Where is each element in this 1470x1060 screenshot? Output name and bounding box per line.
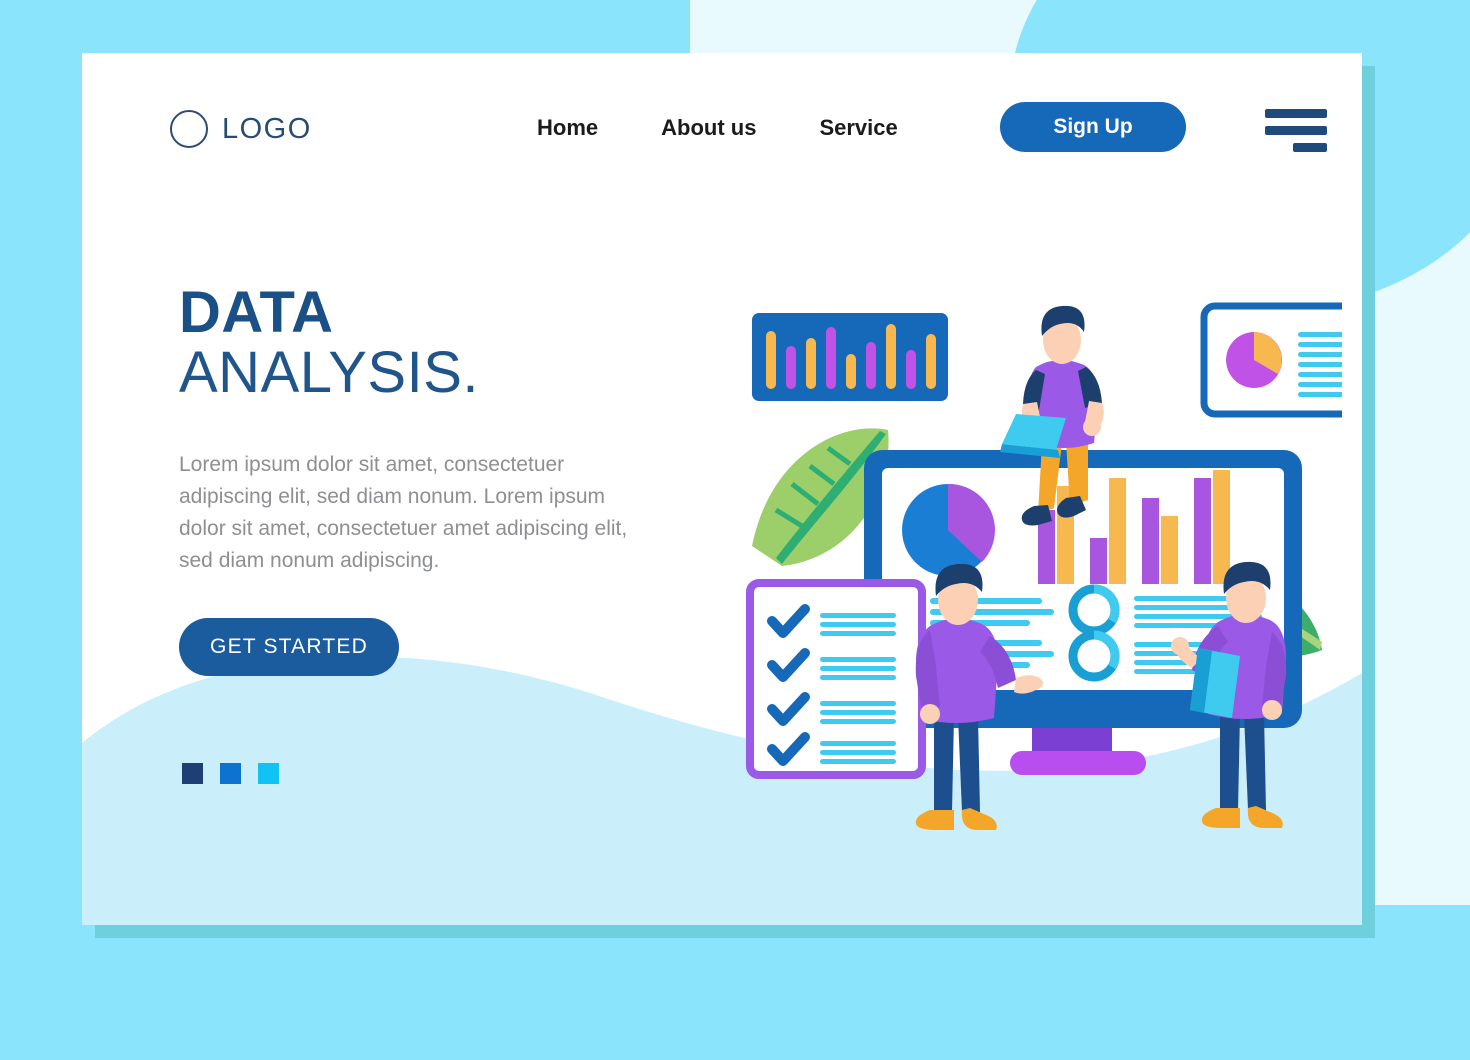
- top-navigation: LOGO Home About us Service Sign Up: [82, 53, 1362, 203]
- nav-link-service[interactable]: Service: [819, 115, 897, 141]
- data-analysis-illustration: [642, 228, 1342, 848]
- dot-cyan[interactable]: [258, 763, 279, 784]
- hamburger-menu-icon[interactable]: [1265, 109, 1327, 155]
- nav-links: Home About us Service: [537, 115, 898, 141]
- bar-chart-card: [752, 313, 948, 401]
- page-title-bold: DATA: [179, 280, 334, 345]
- nav-link-about-us[interactable]: About us: [661, 115, 756, 141]
- get-started-button[interactable]: GET STARTED: [179, 618, 399, 676]
- logo-text: LOGO: [222, 112, 312, 145]
- checklist-card: [746, 579, 926, 779]
- dot-navy[interactable]: [182, 763, 203, 784]
- logo[interactable]: LOGO: [170, 110, 312, 148]
- nav-link-home[interactable]: Home: [537, 115, 598, 141]
- dot-blue[interactable]: [220, 763, 241, 784]
- page-title-light: ANALYSIS.: [179, 339, 479, 405]
- page-root: LOGO Home About us Service Sign Up DATA …: [0, 0, 1470, 1060]
- landing-page-card: LOGO Home About us Service Sign Up DATA …: [82, 53, 1362, 925]
- hero-copy: DATA ANALYSIS. Lorem ipsum dolor sit ame…: [179, 283, 669, 577]
- carousel-dots: [182, 763, 279, 784]
- sign-up-button[interactable]: Sign Up: [1000, 102, 1186, 152]
- pie-chart-card: [1200, 302, 1342, 418]
- hero-paragraph: Lorem ipsum dolor sit amet, consectetuer…: [179, 453, 628, 573]
- circle-outline-icon: [170, 110, 208, 148]
